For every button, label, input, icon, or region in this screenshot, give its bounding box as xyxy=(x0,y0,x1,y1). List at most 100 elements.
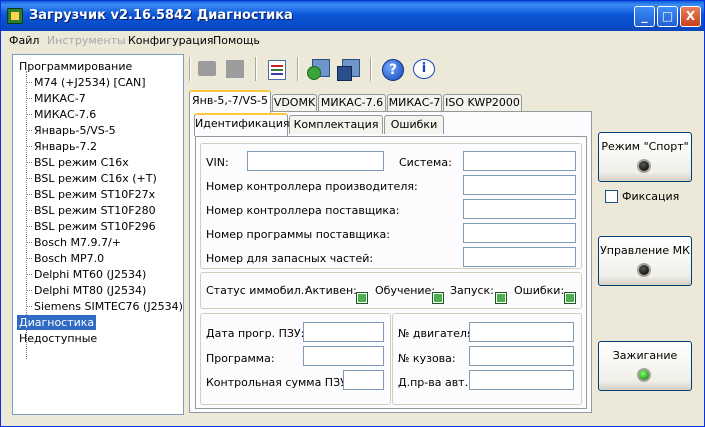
sport-mode-led xyxy=(637,159,651,173)
tree-item[interactable]: BSL режим ST10F27x xyxy=(32,187,157,202)
rom-group: Дата прогр. ПЗУ: Программа: Контрольная … xyxy=(200,313,391,405)
tree-item[interactable]: МИКАС-7 xyxy=(32,91,88,106)
manufacture-date-label: Д.пр-ва авт.: xyxy=(398,376,472,389)
ignition-button[interactable]: Зажигание xyxy=(598,341,692,391)
mk-control-button[interactable]: Управление МК xyxy=(598,236,692,286)
app-window: Загрузчик v2.16.5842 Диагностика _ □ X Ф… xyxy=(0,0,705,427)
open-folder-icon[interactable] xyxy=(196,58,220,80)
tree-item[interactable]: Bosch M7.9.7/+ xyxy=(32,235,123,250)
rom-date-label: Дата прогр. ПЗУ: xyxy=(206,327,305,340)
rom-checksum-field[interactable] xyxy=(343,370,384,390)
tree-item[interactable]: BSL режим ST10F296 xyxy=(32,219,158,234)
tree-item[interactable]: Январь-5/VS-5 xyxy=(32,123,118,138)
ctrl-sup-label: Номер контроллера поставщика: xyxy=(206,204,400,217)
tab-mikas-7[interactable]: МИКАС-7 xyxy=(387,94,442,112)
mk-control-led xyxy=(637,263,651,277)
save-disk-icon[interactable] xyxy=(336,58,360,81)
engine-no-field[interactable] xyxy=(469,322,574,342)
ecu-tab-panel: Идентификация Комплектация Ошибки VIN: С… xyxy=(189,111,592,413)
vin-label: VIN: xyxy=(206,156,229,169)
spare-field[interactable] xyxy=(463,247,576,267)
ignition-label: Зажигание xyxy=(612,349,678,362)
rom-checksum-label: Контрольная сумма ПЗУ: xyxy=(206,376,351,389)
minimize-button[interactable]: _ xyxy=(634,6,655,27)
identification-panel: VIN: Система: Номер контроллера производ… xyxy=(195,136,587,409)
immo-learning-indicator xyxy=(432,292,444,304)
prog-sup-label: Номер программы поставщика: xyxy=(206,228,390,241)
menu-configuration[interactable]: Конфигурация xyxy=(128,34,214,47)
tree-item-programming[interactable]: Программирование xyxy=(17,59,134,74)
immo-start-indicator xyxy=(495,292,507,304)
tab-vdomk[interactable]: VDOMK xyxy=(272,94,317,112)
ecu-tree[interactable]: Программирование М74 (+J2534) [CAN] МИКА… xyxy=(12,54,184,415)
tree-item[interactable]: Delphi MT60 (J2534) xyxy=(32,267,148,282)
fix-label: Фиксация xyxy=(622,190,680,203)
vehicle-group: № двигателя: № кузова: Д.пр-ва авт.: xyxy=(392,313,582,405)
menu-help[interactable]: Помощь xyxy=(213,34,260,47)
ctrl-mfr-field[interactable] xyxy=(463,175,576,195)
tab-identification[interactable]: Идентификация xyxy=(194,113,290,136)
help-icon[interactable] xyxy=(380,58,404,81)
tree-item[interactable]: BSL режим C16x (+T) xyxy=(32,171,159,186)
tree-item-diagnostics[interactable]: Диагностика xyxy=(17,315,97,330)
vin-field[interactable] xyxy=(247,151,384,171)
ignition-led xyxy=(637,368,651,382)
toolbar-grip xyxy=(189,57,191,81)
close-button[interactable]: X xyxy=(680,6,701,27)
sport-mode-label: Режим "Спорт" xyxy=(601,140,689,153)
body-no-label: № кузова: xyxy=(398,352,456,365)
immo-status-label: Статус иммобил.: xyxy=(206,284,308,297)
spare-label: Номер для запасных частей: xyxy=(206,252,374,265)
menu-bar: Файл Инструменты Конфигурация Помощь xyxy=(1,31,704,50)
system-field[interactable] xyxy=(463,151,576,171)
immo-active-indicator xyxy=(356,292,368,304)
rom-date-field[interactable] xyxy=(303,322,384,342)
menu-tools[interactable]: Инструменты xyxy=(47,34,126,47)
tree-item[interactable]: М74 (+J2534) [CAN] xyxy=(32,75,148,90)
immo-start-label: Запуск: xyxy=(450,284,494,297)
info-icon[interactable] xyxy=(411,58,435,80)
tab-configuration[interactable]: Комплектация xyxy=(289,115,383,134)
tree-item[interactable]: МИКАС-7.6 xyxy=(32,107,98,122)
immo-learning-label: Обучение: xyxy=(375,284,436,297)
tree-item-unavailable[interactable]: Недоступные xyxy=(17,331,99,346)
engine-no-label: № двигателя: xyxy=(398,327,478,340)
manufacture-date-field[interactable] xyxy=(469,370,574,390)
tab-mikas-76[interactable]: МИКАС-7.6 xyxy=(318,94,386,112)
immo-errors-indicator xyxy=(564,292,576,304)
refresh-icon[interactable] xyxy=(306,58,330,80)
tree-item[interactable]: BSL режим C16x xyxy=(32,155,131,170)
app-icon xyxy=(7,8,23,24)
ctrl-sup-field[interactable] xyxy=(463,199,576,219)
maximize-button[interactable]: □ xyxy=(657,6,678,27)
tree-item[interactable]: BSL режим ST10F280 xyxy=(32,203,158,218)
edit-checklist-icon[interactable] xyxy=(265,58,289,80)
mk-control-label: Управление МК xyxy=(600,244,690,257)
tab-errors[interactable]: Ошибки xyxy=(384,115,444,134)
tab-iso-kwp2000[interactable]: ISO KWP2000 xyxy=(443,94,522,112)
tab-yanvar[interactable]: Янв-5,-7/VS-5 xyxy=(189,90,271,113)
fix-checkbox[interactable] xyxy=(605,190,618,203)
tree-item[interactable]: Siemens SIMTEC76 (J2534) xyxy=(32,299,183,314)
sport-mode-button[interactable]: Режим "Спорт" xyxy=(598,132,692,182)
rom-program-field[interactable] xyxy=(303,346,384,366)
window-title: Загрузчик v2.16.5842 Диагностика xyxy=(29,8,293,23)
immo-errors-label: Ошибки: xyxy=(514,284,565,297)
rom-program-label: Программа: xyxy=(206,352,275,365)
body-no-field[interactable] xyxy=(469,346,574,366)
toolbar-separator xyxy=(370,57,372,81)
title-bar[interactable]: Загрузчик v2.16.5842 Диагностика _ □ X xyxy=(1,1,704,31)
immo-group: Статус иммобил.: Активен: Обучение: Запу… xyxy=(200,272,582,309)
prog-sup-field[interactable] xyxy=(463,223,576,243)
menu-file[interactable]: Файл xyxy=(9,34,39,47)
tree-item[interactable]: Delphi MT80 (J2534) xyxy=(32,283,148,298)
ident-group: VIN: Система: Номер контроллера производ… xyxy=(200,143,582,269)
tree-item[interactable]: Bosch MP7.0 xyxy=(32,251,106,266)
toolbar-separator xyxy=(297,57,299,81)
tree-item[interactable]: Январь-7.2 xyxy=(32,139,99,154)
immo-active-label: Активен: xyxy=(305,284,357,297)
toolbar xyxy=(189,54,704,84)
toolbar-separator xyxy=(255,57,257,81)
save-icon[interactable] xyxy=(223,58,247,80)
system-label: Система: xyxy=(399,156,452,169)
